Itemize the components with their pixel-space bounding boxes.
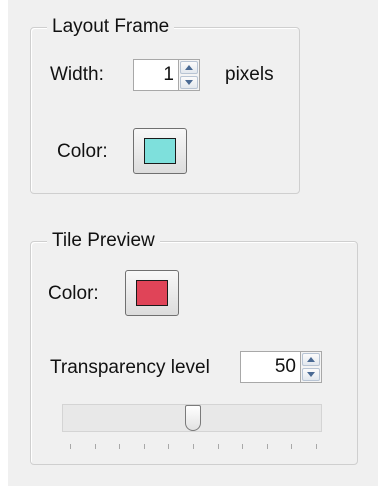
slider-tick: [316, 444, 317, 449]
arrow-up-icon: [307, 357, 315, 362]
frame-color-swatch: [144, 138, 176, 164]
arrow-down-icon: [307, 372, 315, 377]
slider-tick: [168, 444, 169, 449]
slider-tick: [291, 444, 292, 449]
transparency-slider-thumb[interactable]: [185, 405, 201, 431]
frame-color-button[interactable]: [133, 128, 187, 174]
width-label: Width:: [50, 64, 104, 85]
slider-tick: [95, 444, 96, 449]
transparency-spin-up-button[interactable]: [302, 353, 320, 366]
width-spinner[interactable]: [178, 59, 200, 91]
slider-tick: [144, 444, 145, 449]
arrow-up-icon: [185, 65, 193, 70]
transparency-spinner[interactable]: [300, 351, 322, 383]
tile-preview-title: Tile Preview: [47, 230, 160, 252]
frame-color-label: Color:: [57, 141, 108, 162]
slider-tick: [70, 444, 71, 449]
transparency-input[interactable]: [240, 351, 300, 383]
panel-left-edge: [0, 0, 8, 486]
tile-color-button[interactable]: [125, 270, 179, 316]
tile-color-swatch: [136, 280, 168, 306]
transparency-spin-down-button[interactable]: [302, 368, 320, 381]
tile-color-label: Color:: [48, 283, 99, 304]
width-input[interactable]: [133, 59, 178, 91]
slider-tick: [193, 444, 194, 449]
transparency-label: Transparency level: [50, 357, 210, 378]
width-spin-down-button[interactable]: [180, 76, 198, 89]
slider-tick: [218, 444, 219, 449]
slider-tick: [119, 444, 120, 449]
layout-frame-title: Layout Frame: [47, 16, 175, 38]
slider-tick: [267, 444, 268, 449]
slider-tick: [242, 444, 243, 449]
arrow-down-icon: [185, 80, 193, 85]
width-spin-up-button[interactable]: [180, 61, 198, 74]
width-unit-label: pixels: [225, 64, 274, 85]
